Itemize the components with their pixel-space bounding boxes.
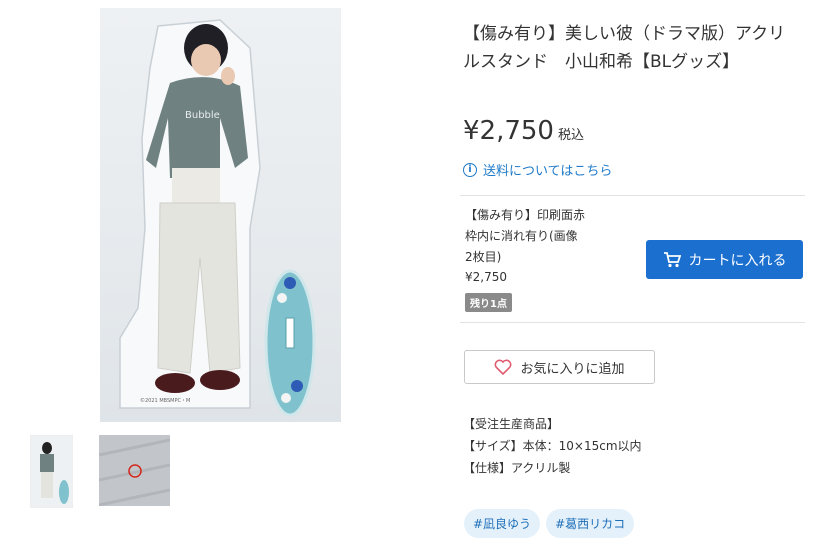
desc-line: 【受注生産商品】 (463, 417, 560, 431)
shipping-link-label: 送料についてはこちら (483, 164, 613, 179)
variant-name: 【傷み有り】印刷面赤枠内に消れ有り(画像2枚目) (465, 208, 586, 264)
desc-line: 【サイズ】本体：10×15cm以内 (463, 439, 642, 453)
tag-illustrator[interactable]: #葛西リカコ (546, 509, 635, 538)
product-description: 【受注生産商品】 【サイズ】本体：10×15cm以内 【仕様】アクリル製 (463, 413, 642, 479)
divider-top (460, 195, 805, 196)
variant-price: ¥2,750 (465, 270, 507, 284)
thumbnail-1[interactable] (30, 435, 73, 508)
cart-icon (663, 251, 681, 267)
thumbnail-damage-closeup (99, 435, 170, 506)
desc-line: 【仕様】アクリル製 (463, 461, 571, 475)
add-favorite-button[interactable]: お気に入りに追加 (464, 350, 655, 384)
price-value: ¥2,750 (463, 116, 554, 146)
hoodie-print: Bubble (185, 110, 220, 121)
copyright-text: ©2021 MBSMPC・M (140, 397, 190, 404)
acrylic-stand-illustration: Bubble ©2021 MBSMPC・M (119, 19, 316, 417)
heart-icon (495, 359, 512, 375)
shipping-info-link[interactable]: i 送料についてはこちら (463, 160, 612, 179)
product-price: ¥2,750 税込 (463, 116, 584, 146)
add-to-cart-label: カートに入れる (688, 252, 787, 269)
main-product-image[interactable]: Bubble ©2021 MBSMPC・M (100, 8, 341, 422)
add-favorite-label: お気に入りに追加 (520, 361, 625, 377)
add-to-cart-button[interactable]: カートに入れる (646, 240, 803, 279)
tag-author[interactable]: #凪良ゆう (464, 509, 541, 538)
stock-badge: 残り1点 (465, 293, 512, 312)
thumbnail-2[interactable] (99, 435, 170, 506)
info-icon: i (463, 162, 477, 177)
tag-list: #凪良ゆう #葛西リカコ (464, 509, 635, 538)
tax-label: 税込 (557, 128, 584, 143)
thumbnail-stand-image (40, 442, 69, 504)
product-title: 【傷み有り】美しい彼（ドラマ版）アクリルスタンド 小山和希【BLグッズ】 (463, 24, 786, 72)
divider-middle (460, 322, 805, 323)
